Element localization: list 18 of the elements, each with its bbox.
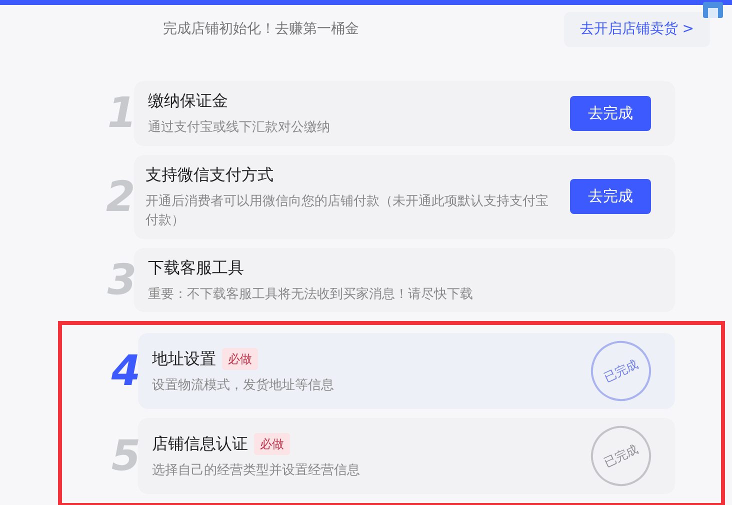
step-title: 缴纳保证金 <box>148 90 228 112</box>
step-title: 地址设置 <box>152 348 216 370</box>
step-number: 4 <box>110 350 142 392</box>
step-title: 支持微信支付方式 <box>145 164 274 186</box>
step-description: 设置物流模式，发货地址等信息 <box>152 376 335 395</box>
step-description: 重要：不下载客服工具将无法收到买家消息！请尽快下载 <box>148 286 474 304</box>
step-description: 选择自己的经营类型并设置经营信息 <box>152 462 361 480</box>
step-title: 店铺信息认证 <box>152 432 248 455</box>
required-tag: 必做 <box>222 348 258 370</box>
required-tag: 必做 <box>254 432 290 455</box>
open-store-button[interactable]: 去开启店铺卖货 > <box>564 12 710 46</box>
header-message: 完成店铺初始化！去赚第一桶金 <box>163 20 359 38</box>
step-title: 下载客服工具 <box>148 256 244 279</box>
step-description: 通过支付宝或线下汇款对公缴纳 <box>148 119 331 137</box>
shop-icon <box>700 0 726 20</box>
complete-button[interactable]: 去完成 <box>570 96 651 131</box>
step-description: 开通后消费者可以用微信向您的店铺付款（未开通此项默认支持支付宝付款） <box>145 192 550 230</box>
complete-button[interactable]: 去完成 <box>570 179 651 214</box>
